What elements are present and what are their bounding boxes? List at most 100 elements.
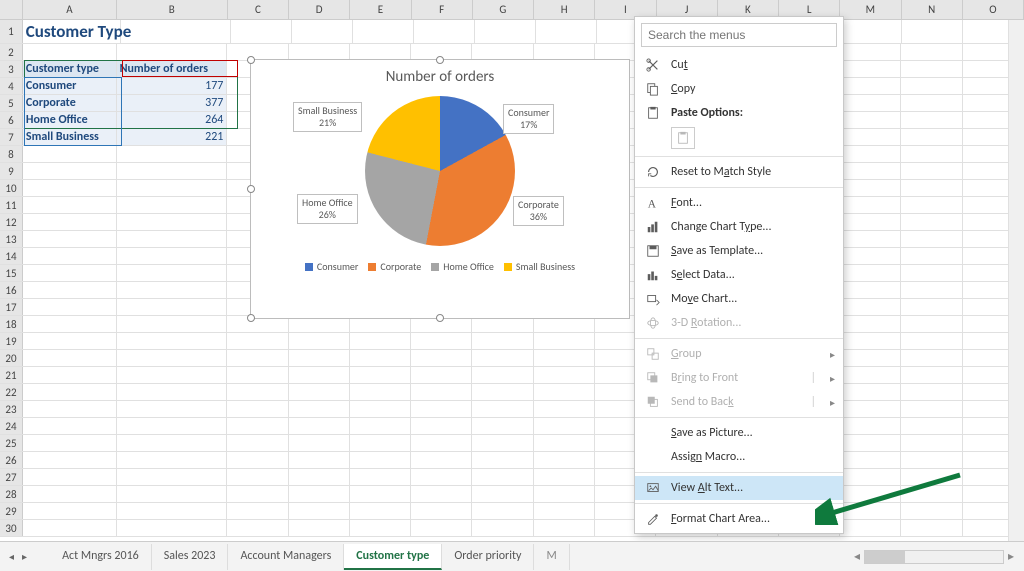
cell[interactable] [901, 384, 962, 400]
column-header[interactable]: A [23, 0, 117, 19]
resize-handle[interactable] [247, 314, 255, 322]
column-header[interactable]: D [289, 0, 350, 19]
row-header[interactable]: 8 [0, 146, 23, 162]
cell[interactable] [901, 520, 962, 536]
cell[interactable]: 264 [117, 112, 228, 128]
cell[interactable] [840, 180, 901, 196]
cell[interactable] [289, 384, 350, 400]
cell[interactable] [350, 435, 411, 451]
cell[interactable] [117, 367, 228, 383]
cell[interactable] [901, 95, 962, 111]
cell[interactable] [901, 486, 962, 502]
cell[interactable] [227, 435, 288, 451]
resize-handle[interactable] [436, 56, 444, 64]
cell[interactable] [117, 401, 228, 417]
row-header[interactable]: 7 [0, 129, 23, 145]
cell[interactable] [901, 282, 962, 298]
cell[interactable] [472, 486, 533, 502]
row-header[interactable]: 9 [0, 163, 23, 179]
cell[interactable] [536, 20, 597, 43]
cell[interactable] [534, 384, 595, 400]
cell[interactable] [23, 401, 117, 417]
cell[interactable] [289, 520, 350, 536]
cell[interactable]: 221 [117, 129, 228, 145]
cell[interactable] [23, 418, 117, 434]
cell[interactable] [411, 435, 472, 451]
cell[interactable] [840, 367, 901, 383]
hscroll-right[interactable]: ▸ [1004, 549, 1018, 564]
cell[interactable] [227, 520, 288, 536]
cell[interactable] [901, 112, 962, 128]
paste-option-button[interactable] [671, 127, 695, 149]
cell[interactable] [901, 180, 962, 196]
row-header[interactable]: 11 [0, 197, 23, 213]
column-header[interactable]: E [350, 0, 411, 19]
cell[interactable] [23, 367, 117, 383]
cell[interactable] [534, 350, 595, 366]
row-header[interactable]: 23 [0, 401, 23, 417]
cell[interactable] [472, 503, 533, 519]
ctx-view-alt-text[interactable]: View Alt Text... [635, 476, 843, 500]
cell[interactable] [350, 418, 411, 434]
cell[interactable] [901, 163, 962, 179]
column-header[interactable]: F [412, 0, 473, 19]
cell[interactable] [534, 503, 595, 519]
cell[interactable] [227, 384, 288, 400]
cell[interactable]: 177 [117, 78, 228, 94]
cell[interactable] [472, 452, 533, 468]
cell[interactable] [840, 231, 901, 247]
cell[interactable] [840, 350, 901, 366]
cell[interactable] [289, 401, 350, 417]
cell[interactable] [840, 146, 901, 162]
chart-legend[interactable]: Consumer Corporate Home Office Small Bus… [251, 260, 629, 273]
row-header[interactable]: 19 [0, 333, 23, 349]
column-header[interactable]: G [473, 0, 534, 19]
cell[interactable] [840, 520, 901, 536]
cell[interactable] [289, 469, 350, 485]
cell[interactable] [117, 350, 228, 366]
row-header[interactable]: 5 [0, 95, 23, 111]
cell[interactable] [901, 214, 962, 230]
cell[interactable] [472, 520, 533, 536]
sheet-tab[interactable]: Customer type [344, 544, 442, 570]
cell[interactable] [23, 333, 117, 349]
cell[interactable] [901, 61, 962, 77]
cell[interactable] [292, 20, 353, 43]
cell[interactable] [901, 248, 962, 264]
row-header[interactable]: 1 [0, 20, 23, 43]
cell[interactable] [23, 350, 117, 366]
cell[interactable] [117, 248, 228, 264]
cell[interactable] [289, 503, 350, 519]
row-header[interactable]: 14 [0, 248, 23, 264]
row-header[interactable]: 22 [0, 384, 23, 400]
row-header[interactable]: 28 [0, 486, 23, 502]
cell[interactable] [534, 44, 595, 60]
cell[interactable] [840, 197, 901, 213]
row-header[interactable]: 3 [0, 61, 23, 77]
cell[interactable] [534, 418, 595, 434]
row-header[interactable]: 27 [0, 469, 23, 485]
ctx-copy[interactable]: Copy [635, 77, 843, 101]
cell[interactable] [289, 452, 350, 468]
cell[interactable] [117, 299, 228, 315]
cell[interactable] [411, 486, 472, 502]
cell[interactable] [840, 384, 901, 400]
cell[interactable] [472, 435, 533, 451]
cell[interactable] [472, 333, 533, 349]
cell[interactable] [411, 367, 472, 383]
ctx-save-picture[interactable]: Save as Picture... [635, 421, 843, 445]
row-header[interactable]: 26 [0, 452, 23, 468]
row-header[interactable]: 29 [0, 503, 23, 519]
cell[interactable] [901, 503, 962, 519]
cell[interactable] [841, 20, 902, 43]
cell[interactable] [901, 367, 962, 383]
cell[interactable] [23, 214, 117, 230]
cell[interactable] [289, 418, 350, 434]
cell[interactable] [840, 112, 901, 128]
row-header[interactable]: 13 [0, 231, 23, 247]
cell[interactable]: Corporate [23, 95, 117, 111]
sheet-tab[interactable]: M [534, 544, 569, 570]
cell[interactable] [350, 452, 411, 468]
cell[interactable]: Small Business [23, 129, 117, 145]
ctx-reset-style[interactable]: Reset to Match Style [635, 160, 843, 184]
